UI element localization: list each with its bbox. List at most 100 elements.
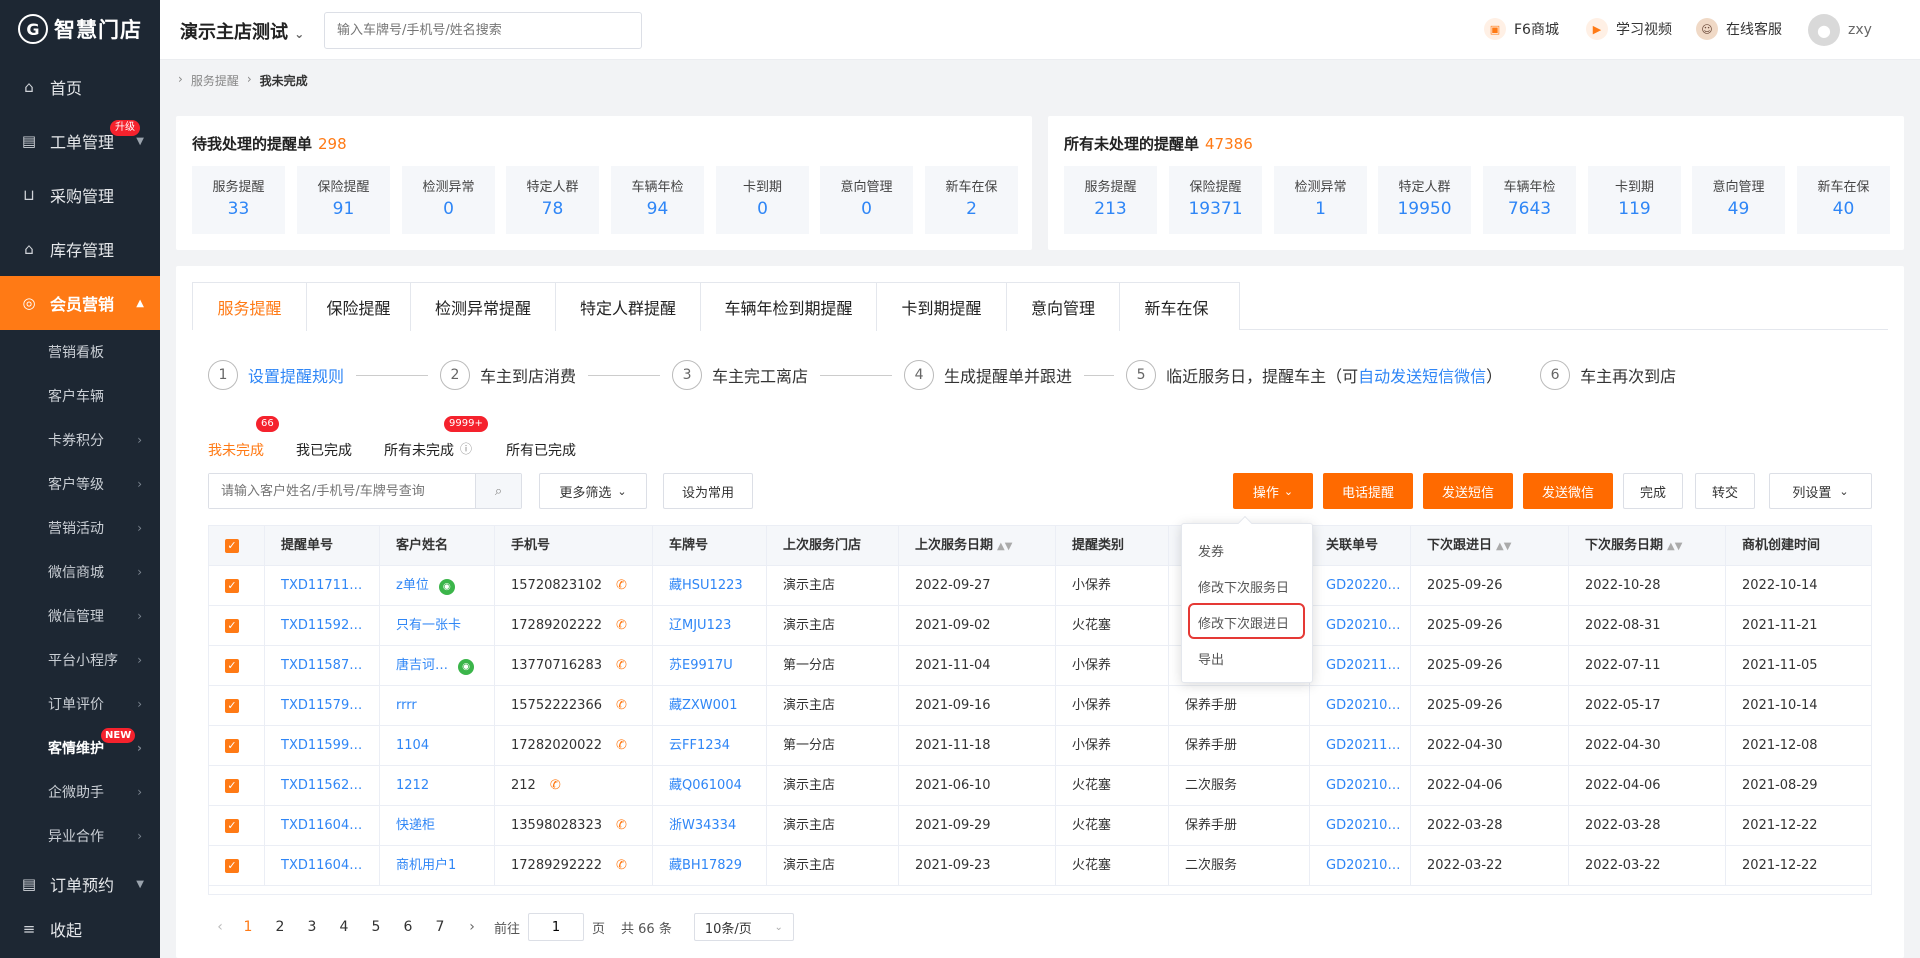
table-cell[interactable]: TXD11604…	[265, 806, 380, 846]
column-header[interactable]: 关联单号	[1310, 526, 1411, 566]
page-size-select[interactable]: 10条/页 ⌄	[693, 913, 794, 941]
table-cell[interactable]: TXD11579…	[265, 686, 380, 726]
sidebar-sub-miniprogram[interactable]: 平台小程序 ›	[0, 638, 160, 682]
table-cell[interactable]: TXD11599…	[265, 726, 380, 766]
subtab-my-incomplete[interactable]: 我未完成	[208, 440, 264, 460]
column-header[interactable]: 下次跟进日 ▲▼	[1411, 526, 1569, 566]
more-filter-button[interactable]: 更多筛选 ⌄	[539, 473, 647, 509]
stat-box[interactable]: 卡到期 119	[1588, 166, 1681, 234]
goto-page-input[interactable]	[528, 913, 585, 941]
column-header[interactable]: 上次服务门店	[767, 526, 899, 566]
tab-inspection-abnormal[interactable]: 检测异常提醒	[411, 283, 556, 331]
stat-box[interactable]: 保险提醒 91	[297, 166, 390, 234]
online-service-link[interactable]: ☺ 在线客服	[1696, 18, 1782, 40]
subtab-all-complete[interactable]: 所有已完成	[506, 440, 576, 460]
table-cell[interactable]: GD20210…	[1310, 686, 1411, 726]
phone-icon[interactable]: ✆	[616, 858, 627, 873]
phone-icon[interactable]: ✆	[616, 818, 627, 833]
prev-page-button[interactable]: ‹	[208, 919, 232, 935]
row-checkbox[interactable]: ✓	[225, 859, 239, 873]
stat-box[interactable]: 检测异常 1	[1274, 166, 1367, 234]
sort-icon[interactable]: ▲▼	[1667, 541, 1682, 552]
sort-icon[interactable]: ▲▼	[997, 541, 1012, 552]
table-row[interactable]: ✓ TXD11599… 1104 17282020022 ✆ 云FF1234 第一分店 202…	[209, 726, 1871, 766]
sidebar-sub-wecom-assistant[interactable]: 企微助手 ›	[0, 770, 160, 814]
table-cell[interactable]: TXD11711…	[265, 566, 380, 606]
list-search-input[interactable]	[209, 474, 475, 508]
sidebar-sub-customer-vehicle[interactable]: 客户车辆	[0, 374, 160, 418]
phone-icon[interactable]: ✆	[616, 618, 627, 633]
sidebar-item-purchase[interactable]: ⊔ 采购管理	[0, 168, 160, 222]
send-sms-button[interactable]: 发送短信	[1423, 473, 1513, 509]
stat-box[interactable]: 检测异常 0	[402, 166, 495, 234]
row-checkbox[interactable]: ✓	[225, 619, 239, 633]
table-cell[interactable]: TXD11587…	[265, 646, 380, 686]
sort-icon[interactable]: ▲▼	[1496, 541, 1511, 552]
stat-box[interactable]: 新车在保 2	[925, 166, 1018, 234]
row-checkbox[interactable]: ✓	[225, 579, 239, 593]
help-icon[interactable]: ⓘ	[460, 440, 472, 457]
column-header[interactable]: 上次服务日期 ▲▼	[899, 526, 1056, 566]
row-checkbox[interactable]: ✓	[225, 739, 239, 753]
column-header[interactable]: 客户姓名	[380, 526, 495, 566]
sidebar-sub-coupon-points[interactable]: 卡券积分 ›	[0, 418, 160, 462]
table-cell[interactable]: TXD11604…	[265, 846, 380, 886]
sidebar-item-inventory[interactable]: ⌂ 库存管理	[0, 222, 160, 276]
table-cell[interactable]: 浙W34334	[653, 806, 767, 846]
sidebar-sub-wx-manage[interactable]: 微信管理 ›	[0, 594, 160, 638]
page-number[interactable]: 1	[232, 919, 264, 935]
page-number[interactable]: 3	[296, 919, 328, 935]
sidebar-sub-wx-mall[interactable]: 微信商城 ›	[0, 550, 160, 594]
wechat-icon[interactable]: ◉	[438, 579, 455, 595]
stat-box[interactable]: 服务提醒 33	[192, 166, 285, 234]
phone-icon[interactable]: ✆	[616, 658, 627, 673]
table-cell[interactable]: 藏HSU1223	[653, 566, 767, 606]
video-link[interactable]: ▶ 学习视频	[1586, 18, 1672, 40]
table-cell[interactable]: z单位 ◉	[380, 566, 495, 606]
page-number[interactable]: 2	[264, 919, 296, 935]
table-row[interactable]: ✓ TXD11579… rrrr 15752222366 ✆ 藏ZXW001 演示主店 202…	[209, 686, 1871, 726]
column-header[interactable]: 提醒单号	[265, 526, 380, 566]
select-all-checkbox[interactable]: ✓	[225, 539, 239, 553]
table-row[interactable]: ✓ TXD11562… 1212 212 ✆ 藏Q061004 演示主店 2021-06-10…	[209, 766, 1871, 806]
table-cell[interactable]: TXD11562…	[265, 766, 380, 806]
mall-link[interactable]: ▣ F6商城	[1484, 18, 1559, 40]
stat-box[interactable]: 服务提醒 213	[1064, 166, 1157, 234]
phone-icon[interactable]: ✆	[616, 578, 627, 593]
table-cell[interactable]: 藏BH17829	[653, 846, 767, 886]
column-header[interactable]: 下次服务日期 ▲▼	[1569, 526, 1726, 566]
phone-icon[interactable]: ✆	[616, 698, 627, 713]
table-cell[interactable]: 云FF1234	[653, 726, 767, 766]
sidebar-item-member-marketing[interactable]: ◎ 会员营销 ▲	[0, 276, 160, 330]
column-header[interactable]: 提醒类别	[1056, 526, 1169, 566]
tab-insurance-reminder[interactable]: 保险提醒	[307, 283, 411, 331]
page-number[interactable]: 5	[360, 919, 392, 935]
sidebar-item-home[interactable]: ⌂ 首页	[0, 60, 160, 114]
sidebar-sub-order-review[interactable]: 订单评价 ›	[0, 682, 160, 726]
sidebar-sub-customer-care[interactable]: 客情维护 NEW ›	[0, 726, 160, 770]
page-number[interactable]: 7	[424, 919, 456, 935]
stat-box[interactable]: 意向管理 49	[1692, 166, 1785, 234]
sidebar-item-workorder[interactable]: ▤ 工单管理 升级 ▼	[0, 114, 160, 168]
transfer-button[interactable]: 转交	[1695, 473, 1755, 509]
tab-card-expiry[interactable]: 卡到期提醒	[877, 283, 1007, 331]
table-cell[interactable]: TXD11592…	[265, 606, 380, 646]
table-row[interactable]: ✓ TXD11587… 唐吉诃… ◉ 13770716283 ✆ 苏E9917U 第一分店 20…	[209, 646, 1871, 686]
table-cell[interactable]: 商机用户1	[380, 846, 495, 886]
set-common-button[interactable]: 设为常用	[663, 473, 753, 509]
next-page-button[interactable]: ›	[456, 919, 488, 935]
phone-icon[interactable]: ✆	[616, 738, 627, 753]
global-search-input[interactable]	[324, 12, 642, 49]
sidebar-sub-campaign[interactable]: 营销活动 ›	[0, 506, 160, 550]
sidebar-collapse[interactable]: ≡ 收起	[0, 902, 160, 956]
table-cell[interactable]: 唐吉诃… ◉	[380, 646, 495, 686]
table-cell[interactable]: 藏Q061004	[653, 766, 767, 806]
table-cell[interactable]: 苏E9917U	[653, 646, 767, 686]
wechat-icon[interactable]: ◉	[458, 659, 475, 675]
column-settings-button[interactable]: 列设置 ⌄	[1769, 473, 1872, 509]
stat-box[interactable]: 特定人群 78	[506, 166, 599, 234]
tab-service-reminder[interactable]: 服务提醒	[193, 283, 307, 331]
page-number[interactable]: 6	[392, 919, 424, 935]
complete-button[interactable]: 完成	[1623, 473, 1683, 509]
table-cell[interactable]: 辽MJU123	[653, 606, 767, 646]
